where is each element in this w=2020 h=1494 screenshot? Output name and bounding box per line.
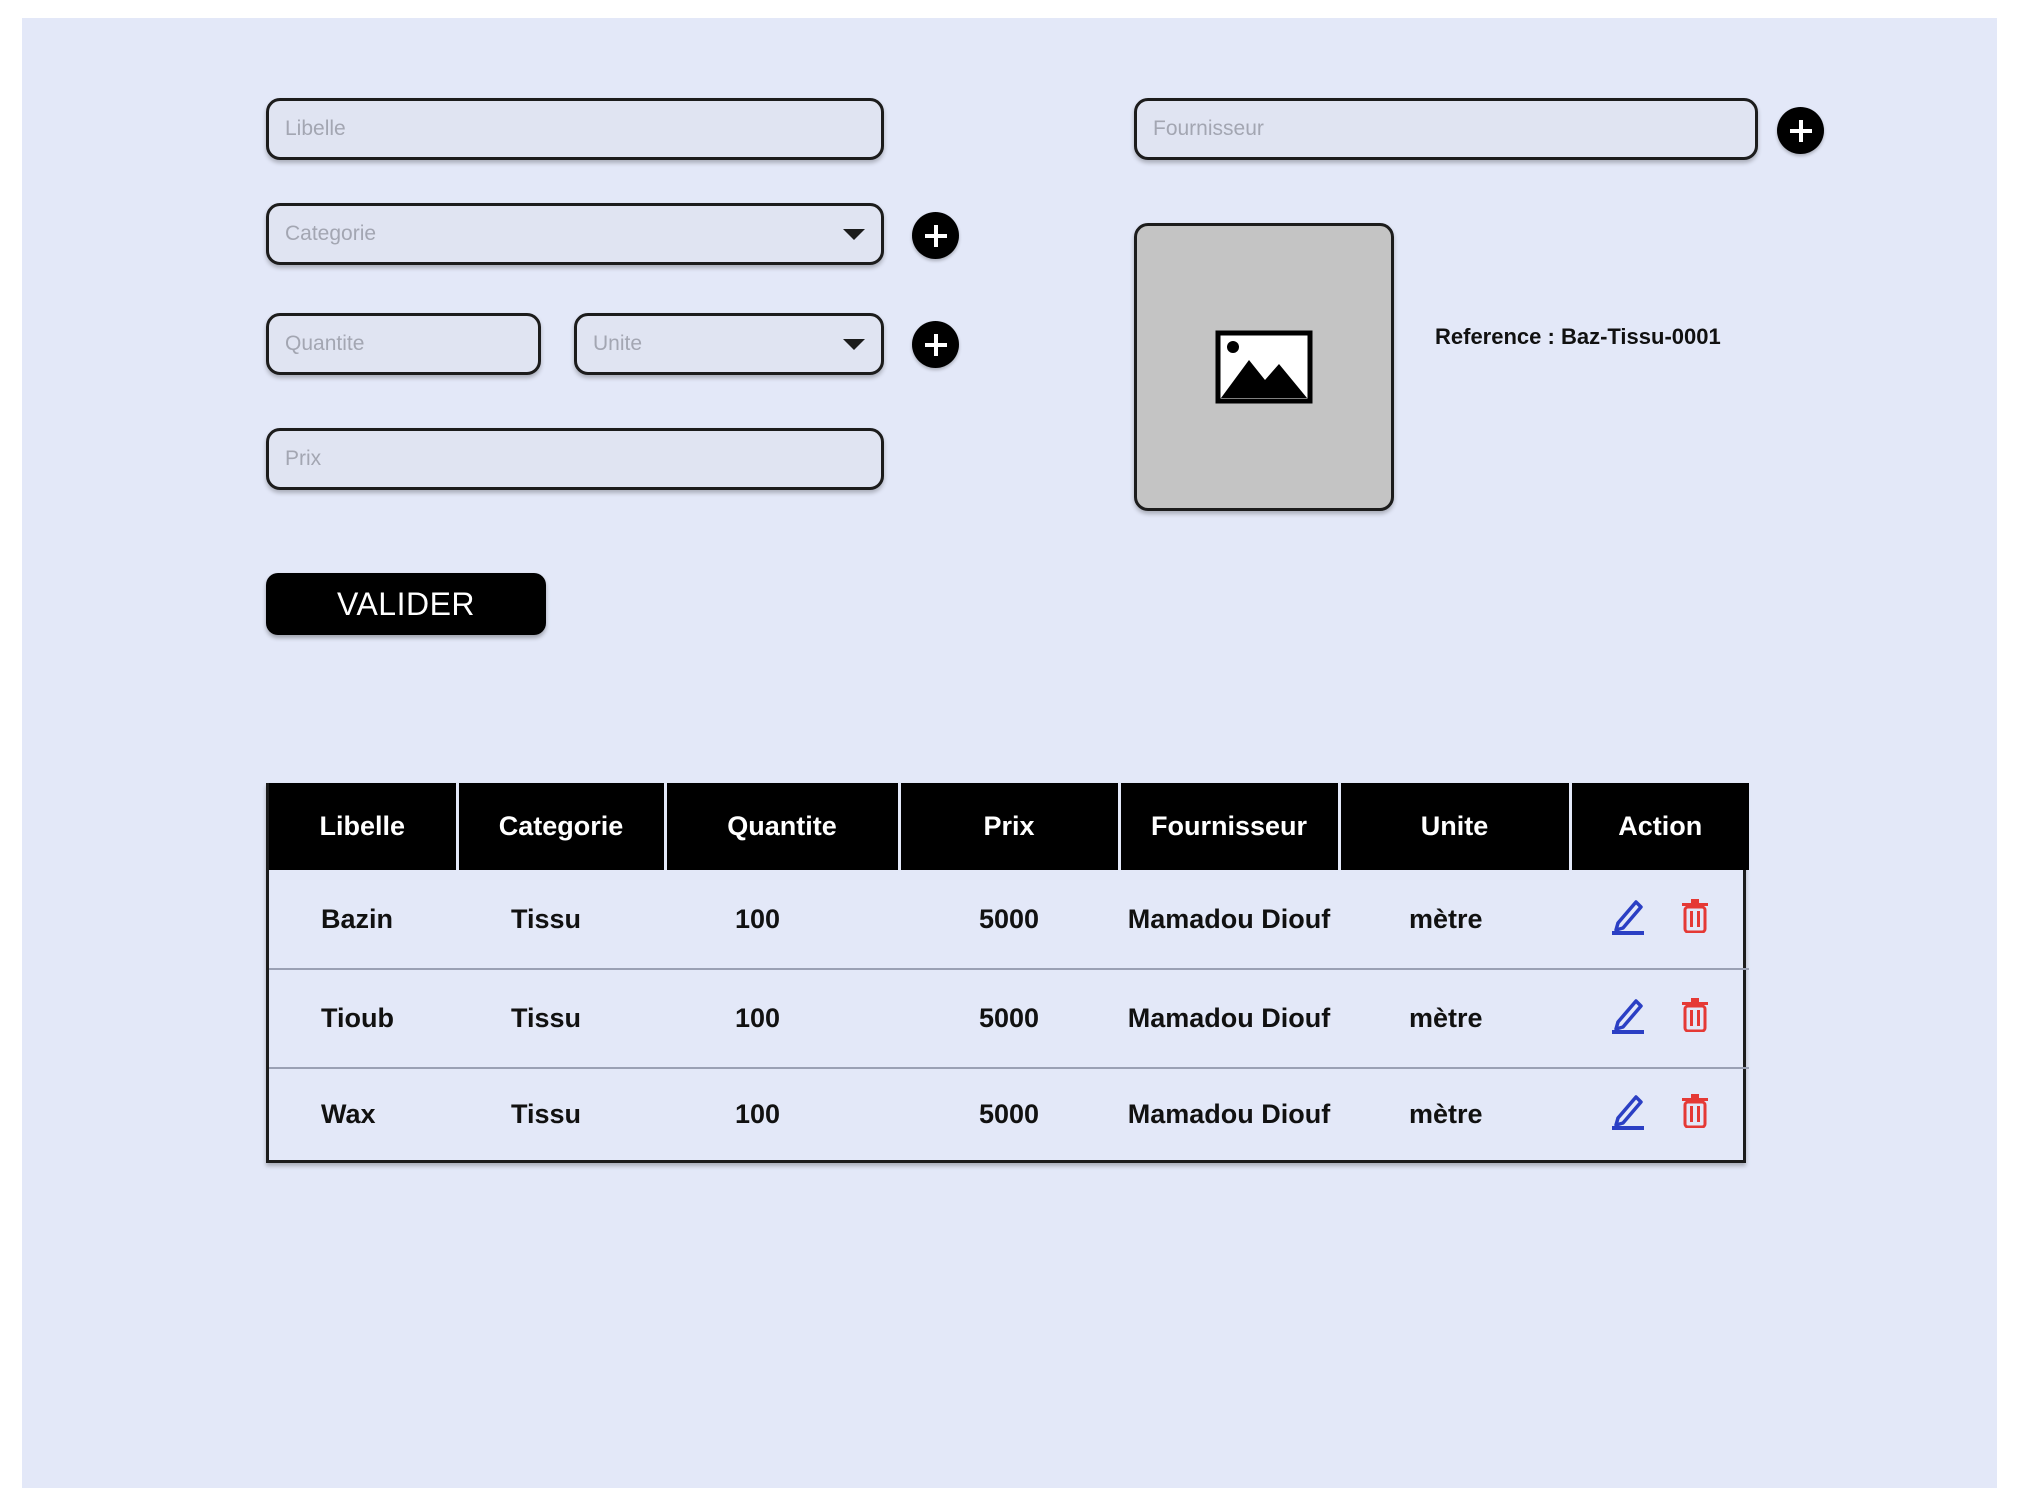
header-categorie: Categorie — [457, 783, 667, 870]
cell-action — [1570, 969, 1749, 1069]
edit-icon — [1611, 999, 1644, 1034]
image-upload[interactable] — [1134, 223, 1394, 511]
categorie-select[interactable]: Categorie — [266, 203, 884, 265]
trash-icon — [1682, 998, 1709, 1033]
cell-unite: mètre — [1409, 1099, 1483, 1129]
cell-prix: 5000 — [978, 1099, 1040, 1129]
trash-icon — [1682, 1094, 1709, 1129]
cell-action — [1570, 1068, 1749, 1160]
fournisseur-input[interactable] — [1137, 101, 1755, 157]
unite-select[interactable]: Unite — [574, 313, 884, 375]
cell-fournisseur: Mamadou Diouf — [1119, 870, 1339, 970]
add-categorie-button[interactable] — [912, 212, 959, 259]
categorie-placeholder: Categorie — [285, 222, 377, 245]
prix-field[interactable] — [266, 428, 884, 490]
table-row: Bazin Tissu 100 5000 Mamadou Diouf mètre — [269, 870, 1749, 970]
prix-input[interactable] — [269, 431, 881, 487]
fournisseur-field[interactable] — [1134, 98, 1758, 160]
cell-libelle: Wax — [321, 1099, 376, 1129]
quantite-input[interactable] — [269, 316, 538, 372]
edit-button[interactable] — [1610, 996, 1646, 1041]
reference-label: Reference : Baz-Tissu-0001 — [1435, 324, 1721, 349]
edit-button[interactable] — [1610, 1092, 1646, 1137]
cell-categorie: Tissu — [457, 969, 665, 1069]
plus-icon — [1789, 119, 1812, 142]
header-libelle: Libelle — [269, 783, 459, 870]
cell-categorie: Tissu — [457, 870, 665, 970]
libelle-input[interactable] — [269, 101, 881, 157]
table-row: Tioub Tissu 100 5000 Mamadou Diouf mètre — [269, 969, 1749, 1069]
cell-action — [1570, 870, 1749, 970]
cell-unite: mètre — [1339, 870, 1570, 970]
products-table: Libelle Categorie Quantite Prix Fourniss… — [266, 783, 1749, 1163]
delete-button[interactable] — [1681, 898, 1709, 940]
image-icon — [1215, 330, 1313, 404]
chevron-down-icon — [843, 338, 865, 350]
header-fournisseur: Fournisseur — [1119, 783, 1341, 870]
header-prix: Prix — [899, 783, 1121, 870]
valider-button[interactable]: VALIDER — [266, 573, 546, 635]
delete-button[interactable] — [1681, 1094, 1709, 1135]
edit-button[interactable] — [1610, 897, 1646, 942]
header-unite: Unite — [1339, 783, 1572, 870]
add-fournisseur-button[interactable] — [1777, 107, 1824, 154]
cell-libelle: Tioub — [269, 969, 457, 1069]
cell-quantite: 100 — [665, 870, 899, 970]
trash-icon — [1682, 898, 1709, 933]
cell-prix: 5000 — [899, 969, 1119, 1069]
cell-fournisseur: Mamadou Diouf — [1127, 1099, 1331, 1129]
edit-icon — [1611, 1095, 1644, 1130]
chevron-down-icon — [843, 228, 865, 240]
plus-icon — [924, 333, 947, 356]
cell-quantite: 100 — [665, 969, 899, 1069]
unite-placeholder: Unite — [593, 332, 643, 355]
libelle-field[interactable] — [266, 98, 884, 160]
quantite-field[interactable] — [266, 313, 541, 375]
table-header-row: Libelle Categorie Quantite Prix Fourniss… — [269, 783, 1749, 870]
table-row: Wax Tissu 100 5000 Mamadou Diouf mètre — [269, 1068, 1749, 1160]
add-unite-button[interactable] — [912, 321, 959, 368]
cell-unite: mètre — [1339, 969, 1570, 1069]
plus-icon — [924, 224, 947, 247]
header-quantite: Quantite — [665, 783, 901, 870]
cell-fournisseur: Mamadou Diouf — [1119, 969, 1339, 1069]
cell-categorie: Tissu — [510, 1099, 582, 1129]
cell-libelle: Bazin — [269, 870, 457, 970]
page-canvas: Categorie Unite — [22, 18, 1997, 1488]
delete-button[interactable] — [1681, 998, 1709, 1039]
edit-icon — [1611, 899, 1644, 935]
cell-prix: 5000 — [899, 870, 1119, 970]
header-action: Action — [1570, 783, 1749, 870]
cell-quantite: 100 — [735, 1099, 781, 1129]
